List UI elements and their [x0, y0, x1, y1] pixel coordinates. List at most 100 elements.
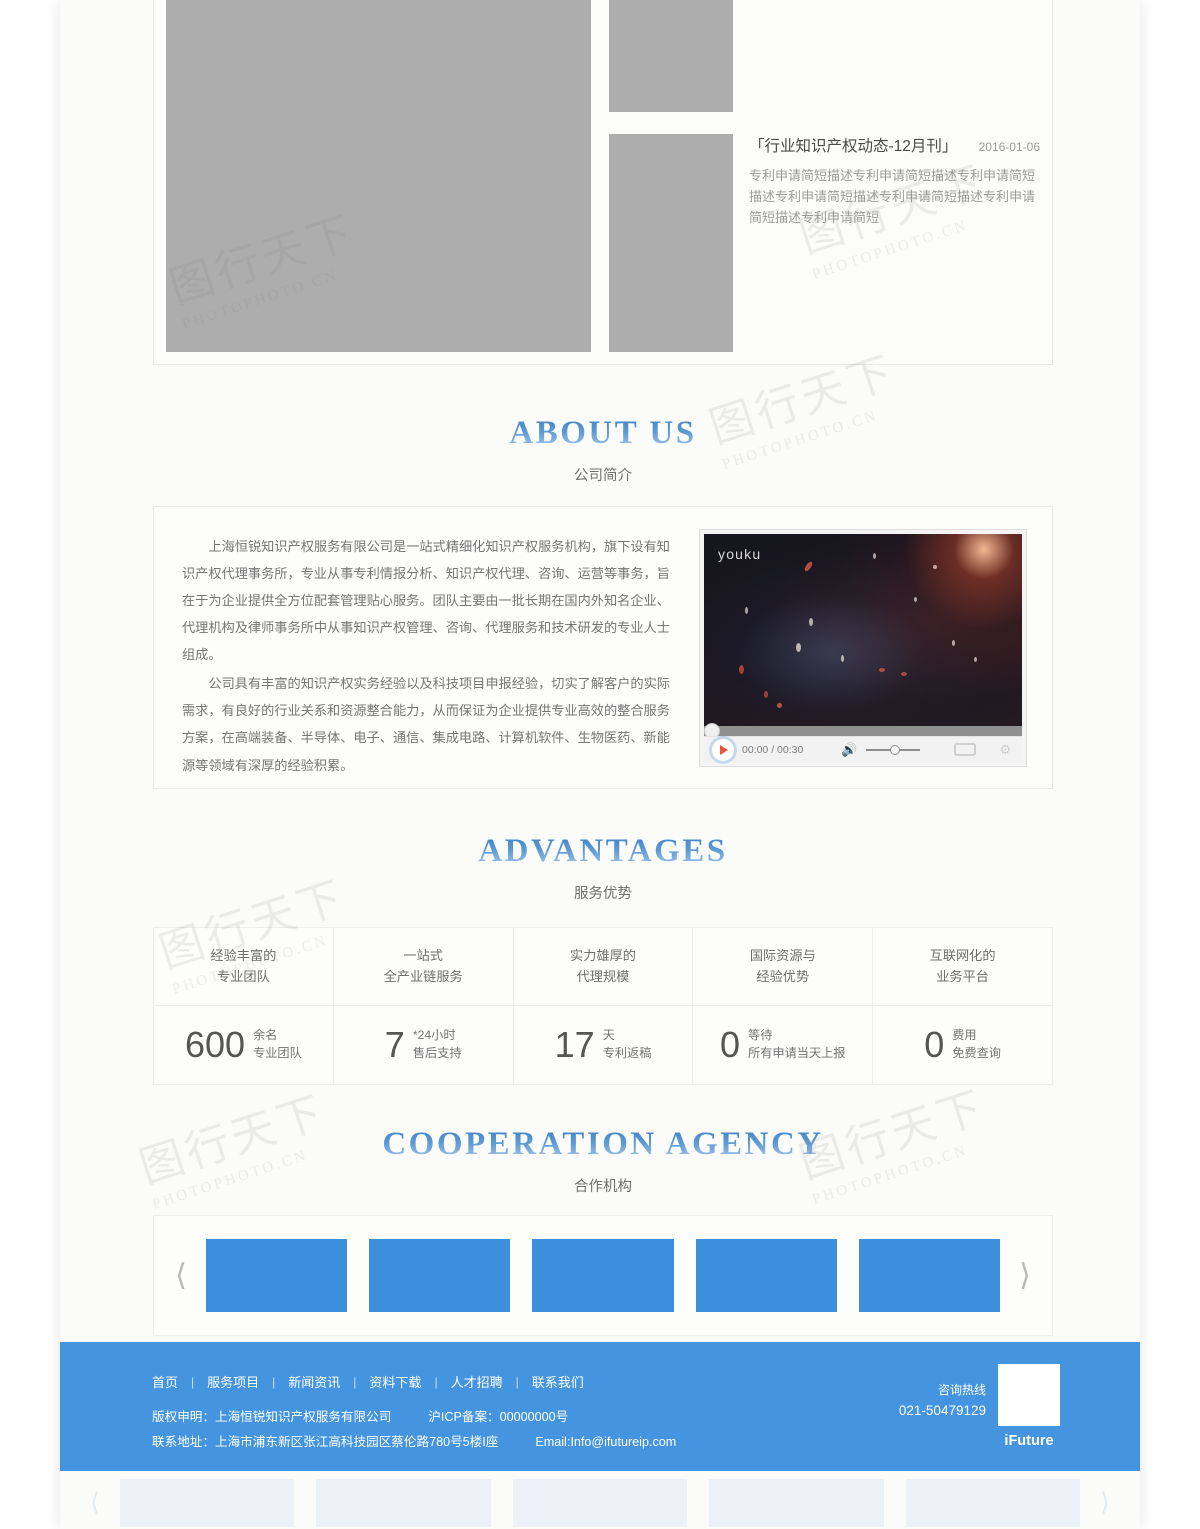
cooperation-logo-strip	[198, 1239, 1008, 1312]
footer-nav-link-services[interactable]: 服务项目	[207, 1372, 259, 1391]
play-icon	[720, 744, 728, 755]
advantage-stat-cell: 17 天 专利返稿	[514, 1006, 694, 1084]
advantage-title-line2: 经验优势	[756, 968, 810, 984]
advantage-stat-cell: 0 等待 所有申请当天上报	[693, 1006, 874, 1084]
footer-address-line: 联系地址：上海市浦东新区张江高科技园区蔡伦路780号5楼I座 Email:Inf…	[152, 1430, 872, 1455]
hotline-number: 021-50479129	[898, 1403, 986, 1419]
video-progress-bar[interactable]	[704, 723, 1022, 739]
advantage-stat-cell: 600 余名 专业团队	[154, 1006, 334, 1084]
advantage-title-line2: 全产业链服务	[383, 968, 463, 984]
footer-nav-link-careers[interactable]: 人才招聘	[451, 1372, 503, 1391]
advantage-number: 7	[384, 1024, 405, 1065]
advantage-sub1: 天	[602, 1028, 615, 1043]
site-footer: 首页 | 服务项目 | 新闻资讯 | 资料下载 | 人才招聘 | 联系我们 版权…	[60, 1342, 1140, 1471]
footer-icp: 沪ICP备案：00000000号	[428, 1410, 569, 1424]
advantage-stat-cell: 7 *24小时 售后支持	[334, 1006, 514, 1084]
youku-watermark: youku	[718, 546, 762, 562]
footer-nav: 首页 | 服务项目 | 新闻资讯 | 资料下载 | 人才招聘 | 联系我们	[152, 1372, 872, 1391]
cooperation-title-en: COOPERATION AGENCY	[153, 1126, 1053, 1164]
advantages-title-cn: 服务优势	[574, 885, 632, 902]
volume-slider-handle[interactable]	[889, 744, 900, 755]
partner-logo-placeholder[interactable]	[369, 1239, 511, 1312]
video-controls-bar: 00:00 / 00:30 🔊 ⚙ ⤢⤡ youku 优酷	[704, 736, 1022, 762]
chevron-right-icon[interactable]: ⟩	[1008, 1260, 1042, 1291]
news-list-item[interactable]: 「行业知识产权动态-12月刊」 2016-01-06 专利申请简短描述专利申请简…	[609, 133, 1040, 352]
footer-nav-separator: |	[353, 1374, 357, 1389]
footer-nav-separator: |	[272, 1374, 276, 1389]
youku-video-player[interactable]: youku 00:00 / 00:30 🔊 ⚙	[699, 529, 1027, 767]
about-section-heading: ABOUT US 公司简介	[153, 415, 1053, 485]
news-date: 2016-01-06	[978, 139, 1040, 154]
partner-logo-placeholder	[709, 1479, 884, 1527]
news-list: 「行业知识产权动态-12月刊」 2016-01-06 专利申请简短描述专利申请简…	[609, 0, 1040, 352]
chevron-left-icon: ⟨	[89, 1488, 101, 1517]
footer-copyright: 版权申明：上海恒锐知识产权服务有限公司	[152, 1410, 392, 1424]
advantage-sub2: 所有申请当天上报	[748, 1046, 846, 1060]
advantage-header-cell: 互联网化的 业务平台	[873, 928, 1052, 1005]
about-paragraph-2: 公司具有丰富的知识产权实务经验以及科技项目申报经验，切实了解客户的实际需求，有良…	[182, 676, 670, 773]
footer-nav-link-downloads[interactable]: 资料下载	[369, 1372, 421, 1391]
advantage-title-line1: 实力雄厚的	[570, 948, 636, 964]
settings-gear-icon[interactable]: ⚙	[1000, 742, 1012, 758]
volume-icon[interactable]: 🔊	[841, 742, 857, 758]
news-list-item[interactable]: 「行业知识产权动态-12月刊」 2016-01-06 专利申请简短描述专利申请简…	[609, 0, 1040, 112]
footer-right-column: 咨询热线 021-50479129 iFuture	[899, 1364, 1060, 1449]
brand-logo-placeholder	[998, 1364, 1060, 1426]
cooperation-carousel: ⟨ ⟩	[153, 1215, 1053, 1336]
advantage-header-cell: 实力雄厚的 代理规模	[514, 928, 694, 1005]
video-time-display: 00:00 / 00:30	[742, 743, 804, 756]
cooperation-title-cn: 合作机构	[574, 1178, 632, 1195]
partner-logo-placeholder[interactable]	[532, 1239, 674, 1312]
footer-nav-link-contact[interactable]: 联系我们	[532, 1372, 584, 1391]
news-hero-image-placeholder[interactable]	[166, 0, 591, 352]
advantage-sub1: 等待	[748, 1028, 773, 1043]
footer-left-column: 首页 | 服务项目 | 新闻资讯 | 资料下载 | 人才招聘 | 联系我们 版权…	[152, 1372, 872, 1455]
partner-logo-placeholder[interactable]	[695, 1239, 837, 1312]
brand-name: iFuture	[1004, 1433, 1054, 1449]
about-paragraph-1: 上海恒锐知识产权服务有限公司是一站式精细化知识产权服务机构，旗下设有知识产权代理…	[182, 539, 670, 663]
advantage-title-line1: 国际资源与	[749, 948, 816, 964]
advantage-header-cell: 经验丰富的 专业团队	[154, 928, 334, 1005]
advantage-sub2: 专业团队	[253, 1046, 302, 1060]
advantages-title-en: ADVANTAGES	[153, 833, 1053, 871]
news-thumbnail	[609, 0, 733, 112]
advantage-header-cell: 一站式 全产业链服务	[334, 928, 514, 1005]
advantage-number: 0	[720, 1024, 741, 1065]
advantage-title-line1: 一站式	[403, 948, 443, 964]
website-page: 「行业知识产权动态-12月刊」 2016-01-06 专利申请简短描述专利申请简…	[60, 0, 1140, 1529]
advantage-sub2: 售后支持	[412, 1046, 462, 1060]
footer-nav-link-home[interactable]: 首页	[152, 1372, 178, 1391]
partner-logo-placeholder[interactable]	[206, 1239, 348, 1312]
about-title-cn: 公司简介	[574, 467, 632, 484]
advantage-sub1: 余名	[253, 1028, 278, 1043]
footer-nav-separator: |	[515, 1374, 519, 1389]
footer-nav-separator: |	[191, 1374, 195, 1389]
advantages-header-row: 经验丰富的 专业团队 一站式 全产业链服务 实力雄厚的 代理规模 国际资源与 经…	[154, 928, 1052, 1006]
news-title[interactable]: 「行业知识产权动态-12月刊」	[749, 134, 957, 156]
news-thumbnail	[609, 133, 733, 352]
about-description: 上海恒锐知识产权服务有限公司是一站式精细化知识产权服务机构，旗下设有知识产权代理…	[182, 533, 674, 779]
news-description: 专利申请简短描述专利申请简短描述专利申请简短描述专利申请简短描述专利申请简短描述…	[749, 167, 1036, 225]
chevron-left-icon[interactable]: ⟨	[164, 1260, 198, 1291]
advantage-sub2: 免费查询	[952, 1046, 1001, 1060]
partner-logo-placeholder[interactable]	[858, 1239, 1001, 1312]
advantage-number: 0	[924, 1024, 945, 1065]
footer-hotline: 咨询热线 021-50479129	[899, 1380, 986, 1449]
footer-nav-separator: |	[434, 1374, 438, 1389]
about-title-en: ABOUT US	[153, 415, 1053, 453]
advantage-title-line2: 业务平台	[936, 968, 989, 984]
advantage-sub1: 费用	[952, 1028, 977, 1043]
play-button[interactable]	[712, 738, 734, 761]
advantage-number: 600	[184, 1024, 246, 1065]
partner-logo-placeholder	[120, 1479, 295, 1527]
footer-address: 联系地址：上海市浦东新区张江高科技园区蔡伦路780号5楼I座	[152, 1435, 499, 1450]
advantage-title-line1: 互联网化的	[929, 948, 996, 964]
volume-slider[interactable]	[865, 744, 920, 755]
video-stage[interactable]: youku	[704, 534, 1022, 726]
footer-nav-link-news[interactable]: 新闻资讯	[288, 1372, 340, 1391]
footer-email[interactable]: Email:Info@ifutureip.com	[535, 1435, 676, 1449]
hotline-label: 咨询热线	[937, 1382, 986, 1397]
advantage-sub1: *24小时	[412, 1028, 456, 1043]
subtitles-icon[interactable]	[953, 743, 976, 756]
cooperation-section-heading: COOPERATION AGENCY 合作机构	[153, 1126, 1053, 1196]
